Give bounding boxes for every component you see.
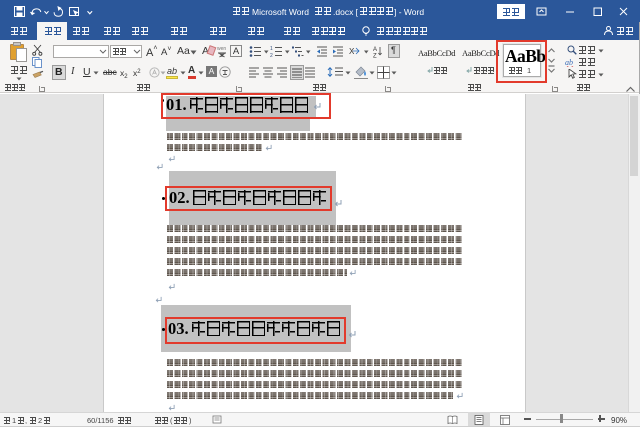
svg-text:Z: Z: [373, 54, 377, 59]
svg-text:1: 1: [270, 46, 273, 52]
svg-text:ab: ab: [565, 58, 573, 67]
svg-text:2: 2: [270, 53, 273, 58]
svg-text:A: A: [373, 47, 377, 53]
svg-text:X: X: [349, 47, 355, 56]
svg-text:wen: wen: [217, 46, 226, 52]
